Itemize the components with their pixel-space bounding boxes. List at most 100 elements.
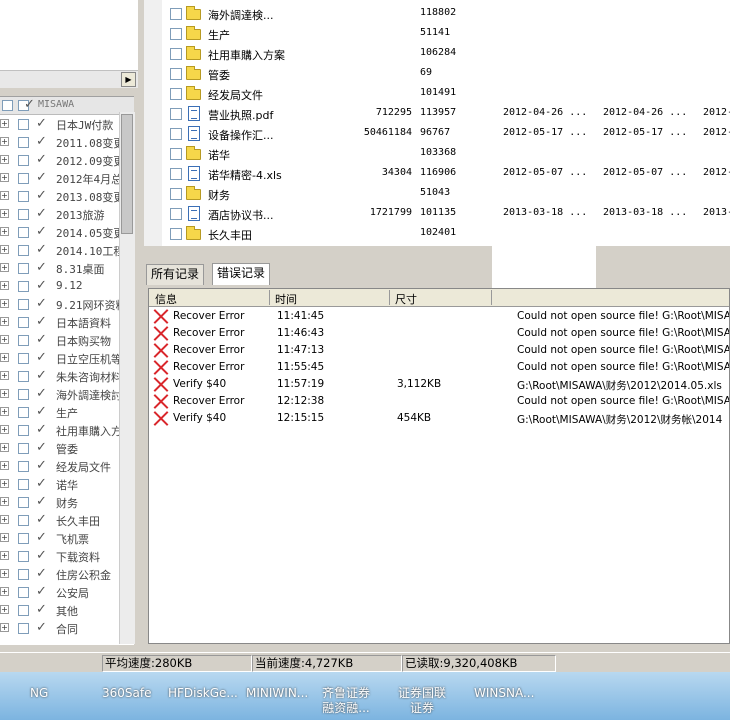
- tree-header-checkbox[interactable]: [2, 100, 13, 111]
- file-checkbox[interactable]: [170, 148, 182, 160]
- taskbar-item[interactable]: 证券国联 证券: [398, 686, 446, 716]
- expand-icon[interactable]: +: [0, 623, 9, 632]
- taskbar-item[interactable]: NG: [30, 686, 48, 701]
- tree-item[interactable]: + ✓ 日本語資料: [0, 313, 134, 331]
- file-checkbox[interactable]: [170, 48, 182, 60]
- tab-all-records[interactable]: 所有记录: [146, 264, 205, 285]
- expand-icon[interactable]: +: [0, 605, 9, 614]
- tree-item-checkbox[interactable]: [18, 281, 29, 292]
- column-divider[interactable]: [389, 290, 390, 305]
- tree-item[interactable]: + ✓ 合同: [0, 619, 134, 637]
- taskbar-item[interactable]: MINIWIN...: [246, 686, 308, 701]
- tree-item[interactable]: + ✓ 2014.05变更: [0, 223, 134, 241]
- tab-error-records[interactable]: 错误记录: [212, 263, 271, 285]
- file-row[interactable]: 营业执照.pdf 712295 113957 2012-04-26 ... 2012-0…: [162, 104, 730, 124]
- tree-item-checkbox[interactable]: [18, 407, 29, 418]
- expand-icon[interactable]: +: [0, 371, 9, 380]
- tree-item[interactable]: + ✓ 海外調達検討: [0, 385, 134, 403]
- expand-icon[interactable]: +: [0, 281, 9, 290]
- file-row[interactable]: 生产 51141: [162, 24, 730, 44]
- tree-item-checkbox[interactable]: [18, 335, 29, 346]
- expand-icon[interactable]: +: [0, 407, 9, 416]
- scroll-thumb[interactable]: [121, 114, 133, 234]
- log-row[interactable]: Recover Error 11:47:13 Could not open sour…: [149, 342, 729, 359]
- tree-item[interactable]: + ✓ 2011.08变更: [0, 133, 134, 151]
- log-row[interactable]: Verify $40 11:57:19 3,112KB G:\Root\MISAWA\…: [149, 376, 729, 393]
- tree-item-checkbox[interactable]: [18, 389, 29, 400]
- tree-item[interactable]: + ✓ 日本JW付款: [0, 115, 134, 133]
- file-checkbox[interactable]: [170, 28, 182, 40]
- tree-item[interactable]: + ✓ 公安局: [0, 583, 134, 601]
- taskbar-item[interactable]: WINSNA...: [474, 686, 534, 701]
- tree-item[interactable]: + ✓ 住房公积金: [0, 565, 134, 583]
- expand-icon[interactable]: +: [0, 263, 9, 272]
- expand-icon[interactable]: +: [0, 353, 9, 362]
- tree-item[interactable]: + ✓ 2013旅游: [0, 205, 134, 223]
- tree-vertical-scrollbar[interactable]: [119, 112, 135, 644]
- column-divider[interactable]: [491, 290, 492, 305]
- taskbar-item[interactable]: 齐鲁证券 融资融...: [322, 686, 370, 716]
- tree-item[interactable]: + ✓ 诺华: [0, 475, 134, 493]
- file-checkbox[interactable]: [170, 88, 182, 100]
- log-row[interactable]: Verify $40 12:15:15 454KB G:\Root\MISAWA\财务…: [149, 410, 729, 427]
- file-checkbox[interactable]: [170, 68, 182, 80]
- left-horizontal-scrollbar[interactable]: ▶: [0, 70, 138, 88]
- expand-icon[interactable]: +: [0, 443, 9, 452]
- tree-item-checkbox[interactable]: [18, 155, 29, 166]
- tree-item[interactable]: + ✓ 朱朱咨询材料: [0, 367, 134, 385]
- tree-item-checkbox[interactable]: [18, 515, 29, 526]
- tree-item-checkbox[interactable]: [18, 623, 29, 634]
- tree-item-checkbox[interactable]: [18, 479, 29, 490]
- tree-item[interactable]: + ✓ 8.31桌面: [0, 259, 134, 277]
- column-divider[interactable]: [269, 290, 270, 305]
- tree-item[interactable]: + ✓ 飞机票: [0, 529, 134, 547]
- log-table[interactable]: 信息 时间 尺寸 Recover Error 11:41:45 Could not …: [148, 288, 730, 644]
- horizontal-splitter[interactable]: [144, 246, 730, 262]
- tree-item-checkbox[interactable]: [18, 263, 29, 274]
- tree-item-checkbox[interactable]: [18, 137, 29, 148]
- tree-item[interactable]: + ✓ 日立空压机等: [0, 349, 134, 367]
- expand-icon[interactable]: +: [0, 119, 9, 128]
- tree-item[interactable]: + ✓ 财务: [0, 493, 134, 511]
- file-row[interactable]: 酒店协议书... 1721799 101135 2013-03-18 ... 2013-…: [162, 204, 730, 224]
- tree-item-checkbox[interactable]: [18, 119, 29, 130]
- tree-item[interactable]: + ✓ 2014.10工程: [0, 241, 134, 259]
- expand-icon[interactable]: +: [0, 551, 9, 560]
- file-row[interactable]: 长久丰田 102401: [162, 224, 730, 244]
- file-checkbox[interactable]: [170, 8, 182, 20]
- log-row[interactable]: Recover Error 11:55:45 Could not open sour…: [149, 359, 729, 376]
- tree-item[interactable]: + ✓ 2013.08变更: [0, 187, 134, 205]
- tree-item-checkbox[interactable]: [18, 227, 29, 238]
- expand-icon[interactable]: +: [0, 587, 9, 596]
- file-row[interactable]: 财务 51043: [162, 184, 730, 204]
- tree-item-checkbox[interactable]: [18, 371, 29, 382]
- tree-item-checkbox[interactable]: [18, 443, 29, 454]
- tree-item-checkbox[interactable]: [18, 191, 29, 202]
- taskbar-item[interactable]: HFDiskGe...: [168, 686, 238, 701]
- tree-item-checkbox[interactable]: [18, 569, 29, 580]
- expand-icon[interactable]: +: [0, 425, 9, 434]
- log-row[interactable]: Recover Error 11:46:43 Could not open sour…: [149, 325, 729, 342]
- expand-icon[interactable]: +: [0, 137, 9, 146]
- tree-item-checkbox[interactable]: [18, 245, 29, 256]
- expand-icon[interactable]: +: [0, 515, 9, 524]
- expand-icon[interactable]: +: [0, 569, 9, 578]
- file-row[interactable]: 海外調達検... 118802: [162, 4, 730, 24]
- tree-item-checkbox[interactable]: [18, 587, 29, 598]
- tree-item[interactable]: + ✓ 经发局文件: [0, 457, 134, 475]
- tree-item[interactable]: + ✓ 9.21网环资料: [0, 295, 134, 313]
- file-row[interactable]: 社用車購入方案 106284: [162, 44, 730, 64]
- file-row[interactable]: 管委 69: [162, 64, 730, 84]
- expand-icon[interactable]: +: [0, 173, 9, 182]
- expand-icon[interactable]: +: [0, 155, 9, 164]
- expand-icon[interactable]: +: [0, 317, 9, 326]
- column-header-size[interactable]: 尺寸: [395, 291, 417, 307]
- tree-item[interactable]: + ✓ 社用車購入方: [0, 421, 134, 439]
- log-row[interactable]: Recover Error 12:12:38 Could not open sour…: [149, 393, 729, 410]
- taskbar-item[interactable]: 360Safe: [102, 686, 151, 701]
- expand-icon[interactable]: +: [0, 335, 9, 344]
- file-checkbox[interactable]: [170, 168, 182, 180]
- file-list[interactable]: 海外調達検... 118802 生产 51141 社用車購入方案 106284 管委 69 经发…: [144, 0, 730, 246]
- tree-item-checkbox[interactable]: [18, 317, 29, 328]
- tree-item[interactable]: + ✓ 9.12: [0, 277, 134, 295]
